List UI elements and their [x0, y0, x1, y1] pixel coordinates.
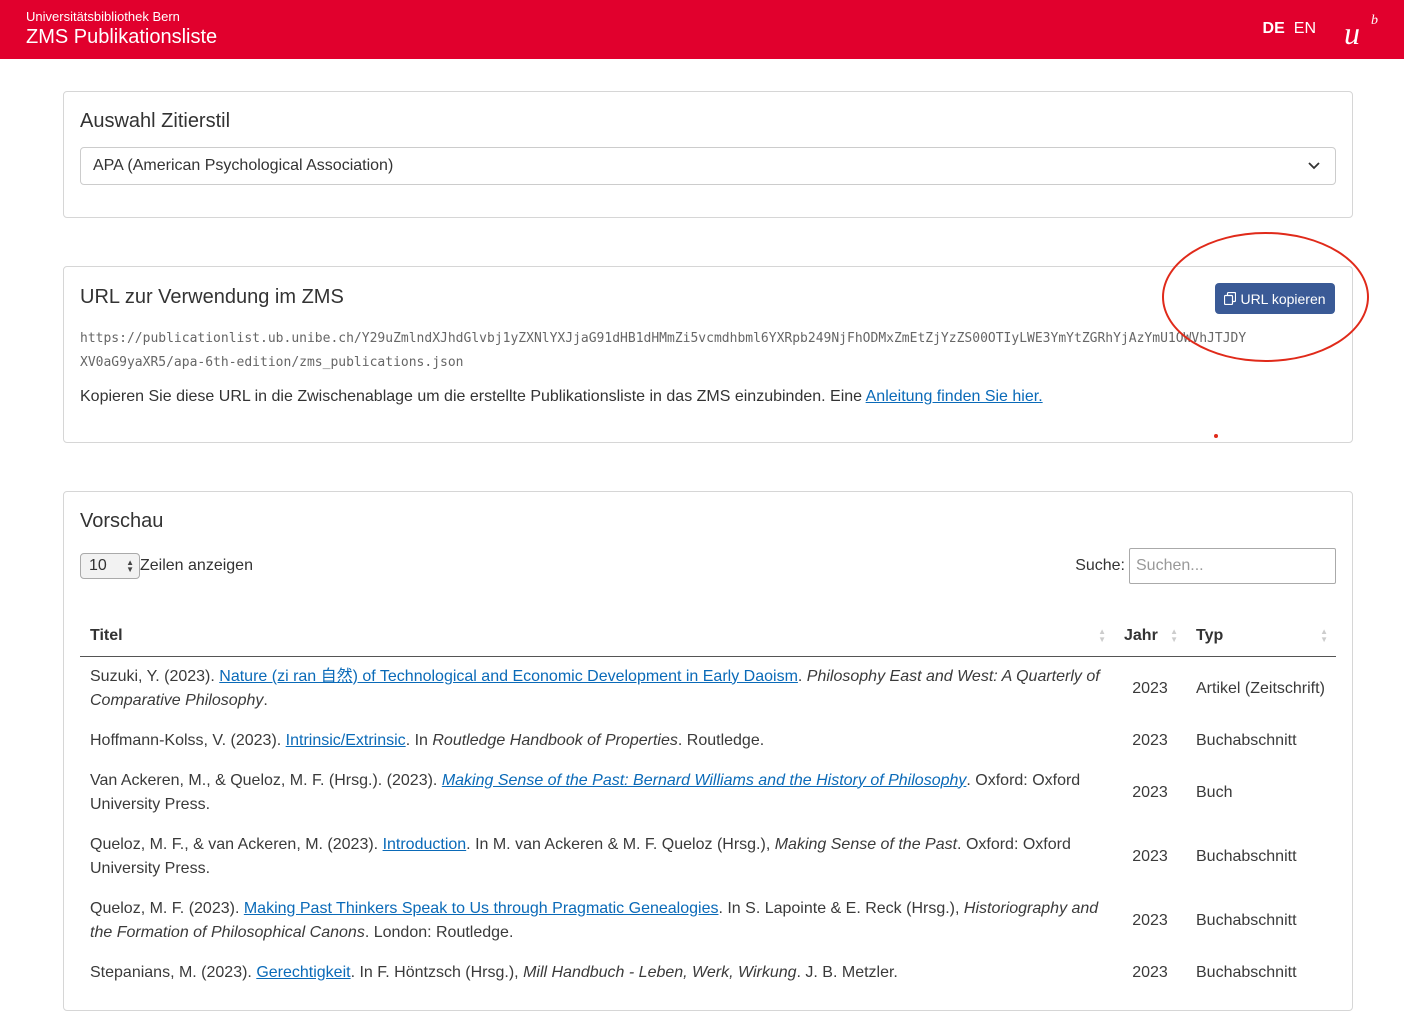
cell-year: 2023 — [1132, 731, 1168, 749]
publication-link[interactable]: Nature (zi ran 自然) of Technological and … — [219, 668, 798, 685]
table-row: Queloz, M. F. (2023). Making Past Thinke… — [80, 889, 1336, 953]
citation-text: . In M. van Ackeren & M. F. Queloz (Hrsg… — [466, 835, 775, 853]
cell-type: Artikel (Zeitschrift) — [1196, 679, 1325, 697]
table-row: Queloz, M. F., & van Ackeren, M. (2023).… — [80, 825, 1336, 889]
page-length-control: 10 ▲ ▼ Zeilen anzeigen — [80, 553, 253, 579]
citation-publisher: . London: Routledge. — [364, 923, 514, 941]
publication-link[interactable]: Gerechtigkeit — [256, 964, 350, 981]
copy-url-button[interactable]: URL kopieren — [1215, 283, 1335, 314]
citation-style-select[interactable]: APA (American Psychological Association) — [80, 147, 1336, 185]
cell-title: Hoffmann-Kolss, V. (2023). Intrinsic/Ext… — [80, 721, 1114, 761]
svg-text:u: u — [1344, 15, 1360, 50]
page-length-label: Zeilen anzeigen — [140, 557, 253, 574]
cell-year: 2023 — [1132, 783, 1168, 801]
cell-type: Buchabschnitt — [1196, 847, 1297, 865]
column-header-title[interactable]: Titel ▲ ▼ — [80, 617, 1114, 657]
column-header-year[interactable]: Jahr ▲ ▼ — [1114, 617, 1186, 657]
table-header-row: Titel ▲ ▼ Jahr ▲ ▼ Typ ▲ ▼ — [80, 617, 1336, 657]
table-row: Suzuki, Y. (2023). Nature (zi ran 自然) of… — [80, 656, 1336, 721]
sort-icon: ▲ ▼ — [1170, 627, 1178, 644]
instructions-link[interactable]: Anleitung finden Sie hier. — [866, 388, 1043, 405]
publication-link[interactable]: Intrinsic/Extrinsic — [286, 732, 406, 749]
column-header-type[interactable]: Typ ▲ ▼ — [1186, 617, 1336, 657]
cell-title: Van Ackeren, M., & Queloz, M. F. (Hrsg.)… — [80, 761, 1114, 825]
citation-authors: Queloz, M. F., & van Ackeren, M. (2023). — [90, 835, 383, 853]
publication-url-line: https://publicationlist.ub.unibe.ch/Y29u… — [80, 331, 1247, 346]
organization-name: Universitätsbibliothek Bern — [26, 9, 180, 24]
table-row: Stepanians, M. (2023). Gerechtigkeit. In… — [80, 953, 1336, 993]
publication-link[interactable]: Making Past Thinkers Speak to Us through… — [244, 900, 719, 917]
chevron-down-icon — [1308, 162, 1320, 170]
url-card: URL zur Verwendung im ZMS URL kopieren h… — [63, 266, 1353, 443]
citation-style-card: Auswahl Zitierstil APA (American Psychol… — [63, 91, 1353, 218]
citation-style-value: APA (American Psychological Association) — [93, 157, 394, 174]
citation-authors: Van Ackeren, M., & Queloz, M. F. (Hrsg.)… — [90, 771, 442, 789]
table-row: Hoffmann-Kolss, V. (2023). Intrinsic/Ext… — [80, 721, 1336, 761]
publication-url[interactable]: https://publicationlist.ub.unibe.ch/Y29u… — [80, 327, 1342, 375]
url-heading: URL zur Verwendung im ZMS — [80, 286, 344, 308]
cell-title: Queloz, M. F., & van Ackeren, M. (2023).… — [80, 825, 1114, 889]
top-bar: Universitätsbibliothek Bern ZMS Publikat… — [0, 0, 1404, 59]
citation-text: . In S. Lapointe & E. Reck (Hrsg.), — [718, 899, 964, 917]
cell-title: Suzuki, Y. (2023). Nature (zi ran 自然) of… — [80, 656, 1114, 721]
page-length-value: 10 — [89, 557, 107, 574]
citation-authors: Suzuki, Y. (2023). — [90, 667, 220, 685]
publication-url-line: XV0aG9yaXR5/apa-6th-edition/zms_publicat… — [80, 355, 464, 370]
cell-type: Buchabschnitt — [1196, 911, 1297, 929]
citation-authors: Queloz, M. F. (2023). — [90, 899, 244, 917]
cell-title: Queloz, M. F. (2023). Making Past Thinke… — [80, 889, 1114, 953]
copy-icon — [1224, 292, 1237, 305]
citation-publisher: . Routledge. — [677, 731, 765, 749]
unibe-logo[interactable]: u b — [1344, 10, 1382, 50]
citation-authors: Stepanians, M. (2023). — [90, 963, 257, 981]
preview-card: Vorschau 10 ▲▼ Zeilen anzeigen Suche: Ti… — [63, 491, 1353, 1011]
cell-year: 2023 — [1132, 911, 1168, 929]
cell-year: 2023 — [1132, 679, 1168, 697]
citation-text: . In — [405, 731, 433, 749]
publication-link[interactable]: Making Sense of the Past: Bernard Willia… — [442, 772, 967, 789]
citation-authors: Hoffmann-Kolss, V. (2023). — [90, 731, 286, 749]
sort-icon: ▲ ▼ — [1098, 627, 1106, 644]
language-switcher: DE EN — [1263, 20, 1316, 38]
select-arrows-icon: ▲ ▼ — [126, 558, 134, 574]
table-row: Van Ackeren, M., & Queloz, M. F. (Hrsg.)… — [80, 761, 1336, 825]
cell-year: 2023 — [1132, 963, 1168, 981]
table-search: Suche: — [1075, 548, 1336, 584]
url-hint: Kopieren Sie diese URL in die Zwischenab… — [80, 388, 1043, 406]
citation-source: Mill Handbuch - Leben, Werk, Wirkung — [523, 963, 797, 981]
cell-year: 2023 — [1132, 847, 1168, 865]
lang-en-link[interactable]: EN — [1294, 20, 1316, 38]
citation-publisher: . — [263, 691, 268, 709]
citation-source: Making Sense of the Past — [774, 835, 958, 853]
sort-icon: ▲ ▼ — [1320, 627, 1328, 644]
search-label: Suche: — [1075, 557, 1125, 574]
cell-type: Buchabschnitt — [1196, 731, 1297, 749]
copy-url-label: URL kopieren — [1240, 290, 1326, 307]
citation-text: . In F. Höntzsch (Hrsg.), — [350, 963, 524, 981]
lang-de-link[interactable]: DE — [1263, 20, 1285, 38]
preview-heading: Vorschau — [80, 510, 164, 532]
svg-text:b: b — [1371, 13, 1378, 28]
search-input[interactable] — [1129, 548, 1336, 584]
cell-type: Buch — [1196, 783, 1233, 801]
page-length-select[interactable]: 10 ▲ ▼ — [80, 553, 140, 579]
publications-table: Titel ▲ ▼ Jahr ▲ ▼ Typ ▲ ▼ Suzuki, Y. (2023). … — [80, 617, 1336, 993]
url-hint-text: Kopieren Sie diese URL in die Zwischenab… — [80, 388, 866, 405]
cell-title: Stepanians, M. (2023). Gerechtigkeit. In… — [80, 953, 1114, 993]
annotation-dot — [1214, 434, 1218, 438]
citation-style-heading: Auswahl Zitierstil — [80, 110, 231, 132]
cell-type: Buchabschnitt — [1196, 963, 1297, 981]
citation-source: Routledge Handbook of Properties — [432, 731, 678, 749]
citation-text: . — [797, 667, 807, 685]
publication-link[interactable]: Introduction — [383, 836, 467, 853]
citation-publisher: . J. B. Metzler. — [796, 963, 898, 981]
app-title: ZMS Publikationsliste — [26, 26, 218, 48]
